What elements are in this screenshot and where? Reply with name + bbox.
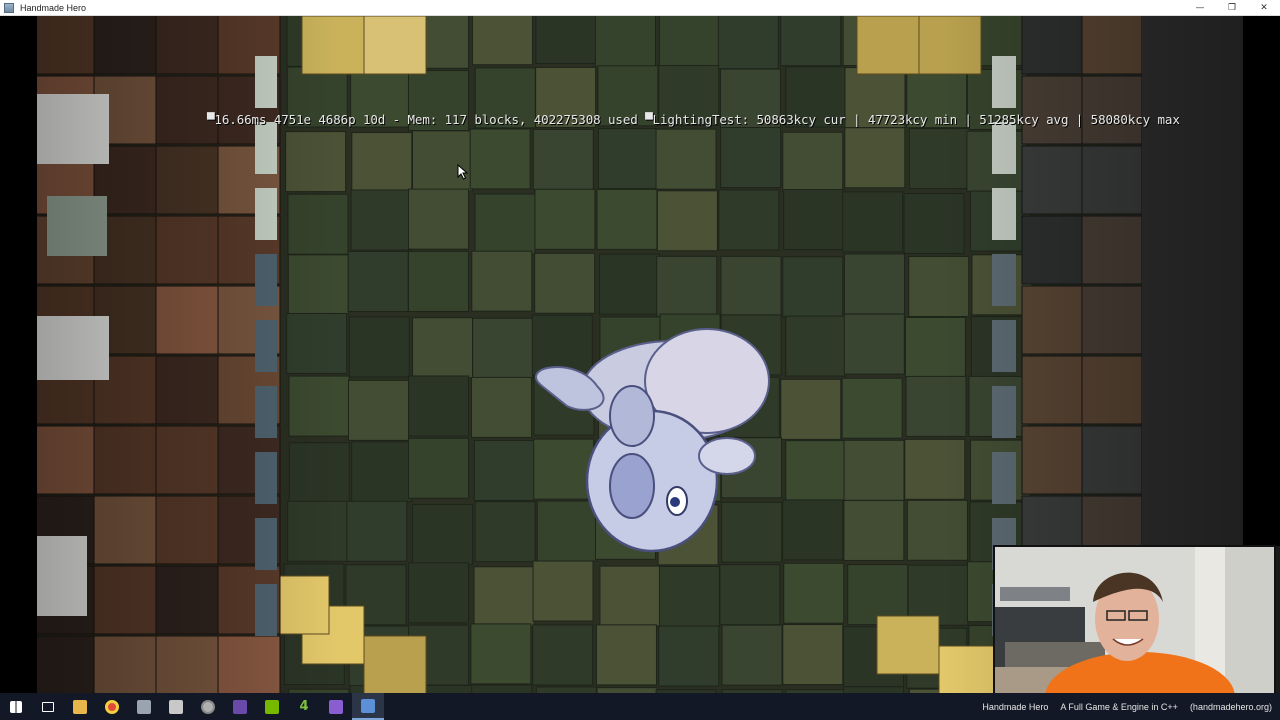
streamer-webcam	[993, 545, 1276, 705]
taskbar-windows-start-button[interactable]	[0, 693, 32, 720]
taskbar-handmade-window-button[interactable]	[352, 693, 384, 720]
close-button[interactable]: ✕	[1248, 0, 1280, 16]
task-view-icon	[42, 701, 54, 712]
debug-overlay-text: ▀16.66ms 4751e 4686p 10d - Mem: 117 bloc…	[207, 112, 1180, 127]
handmade-window-icon	[361, 698, 375, 713]
window-title: Handmade Hero	[20, 2, 87, 13]
minimize-button[interactable]: —	[1184, 0, 1216, 16]
window-right-margin	[1243, 16, 1280, 546]
taskbar-nvidia-button[interactable]	[256, 693, 288, 720]
person-icon	[169, 699, 183, 714]
visual-studio-icon	[329, 699, 343, 714]
windows-start-icon	[10, 700, 22, 713]
taskbar-task-view-button[interactable]	[32, 693, 64, 720]
caption-show-name: Handmade Hero	[982, 701, 1049, 712]
file-explorer-icon	[73, 699, 87, 714]
taskbar-app-4-button[interactable]: 4	[288, 693, 320, 720]
terminal-icon	[137, 699, 151, 714]
globe-icon	[201, 699, 215, 714]
window-left-margin	[0, 16, 37, 693]
caption-tagline: A Full Game & Engine in C++	[1060, 701, 1178, 712]
taskbar-visual-studio-button[interactable]	[320, 693, 352, 720]
webcam-image	[995, 547, 1274, 703]
app-4-icon: 4	[299, 699, 309, 714]
window-app-icon	[4, 2, 14, 13]
taskbar-items: 4	[0, 693, 384, 720]
nvidia-icon	[265, 699, 279, 714]
restore-button[interactable]: ❐	[1216, 0, 1248, 16]
window-titlebar[interactable]: Handmade Hero — ❐ ✕	[0, 0, 1280, 16]
purple-app-icon	[233, 699, 247, 714]
taskbar-purple-app-button[interactable]	[224, 693, 256, 720]
chrome-icon	[105, 699, 119, 714]
taskbar-person-button[interactable]	[160, 693, 192, 720]
caption-site: (handmadehero.org)	[1189, 701, 1272, 712]
mouse-pointer-icon	[457, 164, 469, 180]
taskbar-globe-button[interactable]	[192, 693, 224, 720]
taskbar-chrome-button[interactable]	[96, 693, 128, 720]
taskbar-terminal-button[interactable]	[128, 693, 160, 720]
screen: Handmade Hero — ❐ ✕ ▀16.66ms 4751e 4686p…	[0, 0, 1280, 720]
stream-caption: Handmade Hero A Full Game & Engine in C+…	[982, 693, 1272, 720]
taskbar-file-explorer-button[interactable]	[64, 693, 96, 720]
window-controls: — ❐ ✕	[1184, 0, 1280, 16]
windows-taskbar: 4 Handmade Hero A Full Game & Engine in …	[0, 693, 1280, 720]
